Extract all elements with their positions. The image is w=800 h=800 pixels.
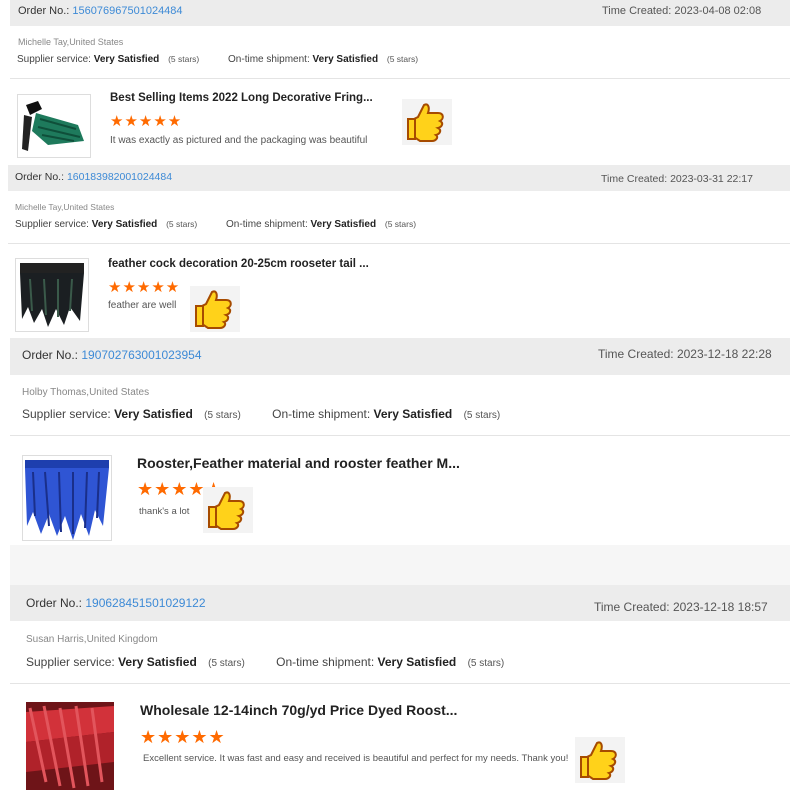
shipment-stars: (5 stars) — [463, 410, 501, 421]
shipment-stars: (5 stars) — [386, 54, 419, 64]
divider — [10, 683, 790, 684]
time-created: Time Created: 2023-04-08 02:08 — [602, 5, 761, 17]
shipment-label: On-time shipment: — [276, 655, 375, 669]
order-number-link[interactable]: 190702763001023954 — [81, 348, 201, 362]
star-rating: ★★★★★ — [108, 279, 181, 296]
time-created-label: Time Created: — [594, 600, 670, 614]
product-image[interactable] — [15, 258, 89, 332]
supplier-stars: (5 stars) — [168, 54, 200, 64]
time-created-value: 2023-12-18 18:57 — [672, 600, 768, 614]
shipment-label: On-time shipment: — [272, 407, 371, 421]
shipment-rating: Very Satisfied — [310, 219, 377, 230]
review-comment: It was exactly as pictured and the packa… — [110, 135, 368, 146]
product-title[interactable]: Rooster,Feather material and rooster fea… — [137, 455, 460, 471]
supplier-rating: Very Satisfied — [93, 54, 160, 65]
order-number-link[interactable]: 160183982001024484 — [67, 171, 172, 183]
star-rating: ★★★★★ — [110, 113, 183, 130]
shipment-rating: Very Satisfied — [373, 407, 453, 421]
service-ratings: Supplier service: Very Satisfied (5 star… — [15, 219, 416, 230]
order-number-link[interactable]: 156076967501024484 — [72, 5, 182, 17]
time-created-value: 2023-12-18 22:28 — [676, 347, 772, 361]
supplier-stars: (5 stars) — [204, 410, 241, 421]
supplier-rating: Very Satisfied — [118, 655, 197, 669]
supplier-service-label: Supplier service: — [22, 407, 111, 421]
product-image[interactable] — [22, 455, 112, 541]
time-created: Time Created: 2023-12-18 22:28 — [598, 347, 772, 361]
order-number-link[interactable]: 190628451501029122 — [85, 596, 205, 610]
product-image[interactable] — [17, 94, 91, 158]
product-image[interactable] — [26, 702, 114, 790]
supplier-stars: (5 stars) — [208, 658, 245, 669]
buyer-name: Michelle Tay,United States — [18, 37, 124, 47]
order-number-label: Order No.: — [15, 171, 65, 183]
spacer-band — [10, 545, 790, 585]
order-number-label: Order No.: — [22, 348, 79, 362]
divider — [10, 78, 790, 79]
supplier-service-label: Supplier service: — [15, 219, 89, 230]
star-rating: ★★★★★ — [140, 727, 226, 747]
review-comment: feather are well — [108, 300, 177, 311]
time-created-value: 2023-04-08 02:08 — [674, 5, 762, 17]
buyer-name: Michelle Tay,United States — [15, 202, 115, 212]
order-number: Order No.: 190628451501029122 — [26, 596, 206, 610]
review-comment: Excellent service. It was fast and easy … — [143, 753, 569, 764]
thumbs-up-icon — [190, 286, 240, 332]
supplier-rating: Very Satisfied — [114, 407, 193, 421]
supplier-service-label: Supplier service: — [26, 655, 115, 669]
divider — [10, 435, 790, 436]
supplier-stars: (5 stars) — [166, 219, 198, 229]
thumbs-up-icon — [402, 99, 452, 145]
order-number-label: Order No.: — [26, 596, 83, 610]
order-number-label: Order No.: — [18, 5, 70, 17]
time-created-label: Time Created: — [601, 173, 668, 185]
product-title[interactable]: feather cock decoration 20-25cm rooseter… — [108, 258, 369, 270]
service-ratings: Supplier service: Very Satisfied (5 star… — [26, 655, 504, 669]
red-feather-image — [26, 702, 114, 790]
shipment-label: On-time shipment: — [226, 219, 308, 230]
order-number: Order No.: 190702763001023954 — [22, 348, 202, 362]
shipment-stars: (5 stars) — [467, 658, 505, 669]
blue-feather-image — [23, 456, 111, 540]
time-created-label: Time Created: — [598, 347, 674, 361]
time-created-value: 2023-03-31 22:17 — [670, 173, 753, 185]
thumbs-up-icon — [203, 487, 253, 533]
buyer-name: Susan Harris,United Kingdom — [26, 634, 158, 645]
time-created: Time Created: 2023-03-31 22:17 — [601, 173, 753, 185]
product-title[interactable]: Best Selling Items 2022 Long Decorative … — [110, 92, 373, 104]
shipment-rating: Very Satisfied — [312, 54, 379, 65]
shipment-rating: Very Satisfied — [377, 655, 457, 669]
supplier-rating: Very Satisfied — [91, 219, 158, 230]
divider — [8, 243, 790, 244]
order-number: Order No.: 160183982001024484 — [15, 171, 172, 183]
service-ratings: Supplier service: Very Satisfied (5 star… — [22, 407, 500, 421]
service-ratings: Supplier service: Very Satisfied (5 star… — [17, 54, 418, 65]
thumbs-up-icon — [575, 737, 625, 783]
supplier-service-label: Supplier service: — [17, 54, 91, 65]
shipment-label: On-time shipment: — [228, 54, 310, 65]
time-created-label: Time Created: — [602, 5, 672, 17]
order-number: Order No.: 156076967501024484 — [18, 5, 183, 17]
time-created: Time Created: 2023-12-18 18:57 — [594, 600, 768, 614]
product-title[interactable]: Wholesale 12-14inch 70g/yd Price Dyed Ro… — [140, 702, 457, 718]
buyer-name: Holby Thomas,United States — [22, 387, 150, 398]
black-feather-image — [16, 259, 88, 331]
shipment-stars: (5 stars) — [384, 219, 417, 229]
green-feather-image — [18, 95, 90, 157]
review-comment: thank's a lot — [139, 506, 190, 517]
